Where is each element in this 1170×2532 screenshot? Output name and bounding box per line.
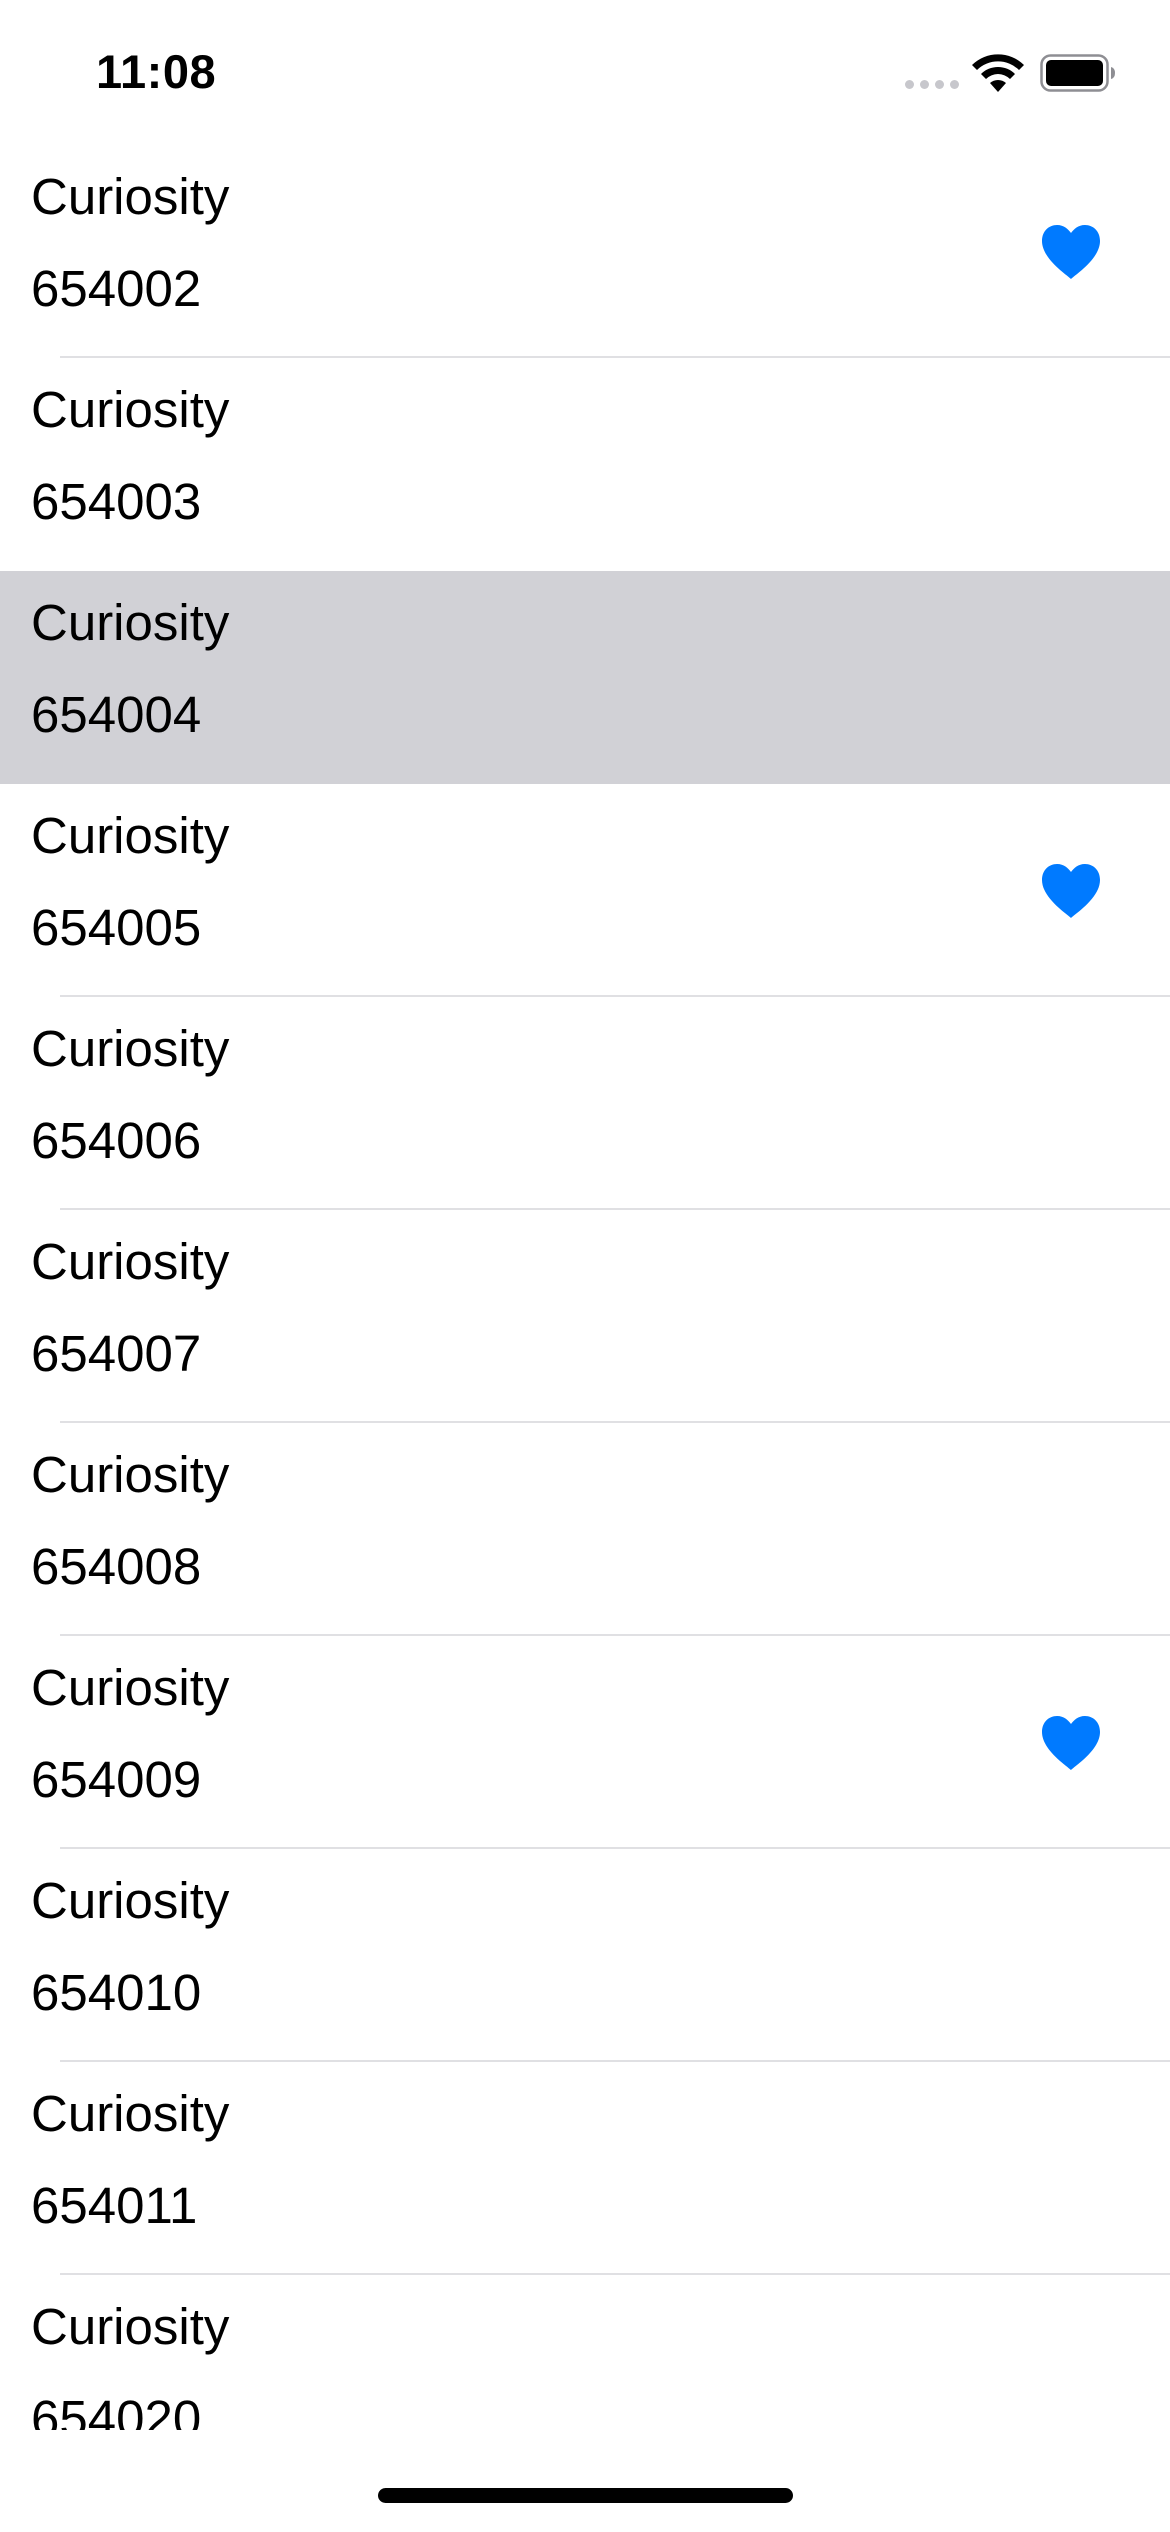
list-item[interactable]: Curiosity 654011 (0, 2062, 1170, 2275)
heart-icon[interactable] (1040, 1714, 1102, 1772)
item-title: Curiosity (31, 1020, 230, 1077)
list-item[interactable]: Curiosity 654004 (0, 571, 1170, 784)
item-subtitle: 654011 (31, 2177, 198, 2234)
status-time: 11:08 (96, 45, 217, 98)
item-title: Curiosity (31, 168, 230, 225)
battery-icon (1040, 54, 1115, 92)
wifi-icon (972, 54, 1024, 92)
item-subtitle: 654008 (31, 1538, 202, 1595)
item-title: Curiosity (31, 807, 230, 864)
item-subtitle: 654010 (31, 1964, 202, 2021)
item-title: Curiosity (31, 2298, 230, 2355)
item-subtitle: 654003 (31, 473, 202, 530)
item-title: Curiosity (31, 1446, 230, 1503)
list-item[interactable]: Curiosity 654002 (0, 145, 1170, 358)
list-item[interactable]: Curiosity 654020 (0, 2275, 1170, 2430)
heart-icon[interactable] (1040, 862, 1102, 920)
list-item[interactable]: Curiosity 654003 (0, 358, 1170, 571)
item-subtitle: 654002 (31, 260, 202, 317)
item-subtitle: 654006 (31, 1112, 202, 1169)
list-item[interactable]: Curiosity 654008 (0, 1423, 1170, 1636)
list-item[interactable]: Curiosity 654007 (0, 1210, 1170, 1423)
item-title: Curiosity (31, 381, 230, 438)
item-title: Curiosity (31, 2085, 230, 2142)
item-subtitle: 654004 (31, 686, 202, 743)
heart-icon[interactable] (1040, 223, 1102, 281)
item-title: Curiosity (31, 1233, 230, 1290)
list-item[interactable]: Curiosity 654009 (0, 1636, 1170, 1849)
item-title: Curiosity (31, 1659, 230, 1716)
status-bar: 11:08 (0, 0, 1170, 145)
item-subtitle: 654007 (31, 1325, 202, 1382)
item-subtitle: 654009 (31, 1751, 202, 1808)
item-title: Curiosity (31, 594, 230, 651)
list-item[interactable]: Curiosity 654006 (0, 997, 1170, 1210)
home-indicator[interactable] (378, 2488, 793, 2503)
list-item[interactable]: Curiosity 654010 (0, 1849, 1170, 2062)
item-subtitle: 654020 (31, 2390, 202, 2430)
item-title: Curiosity (31, 1872, 230, 1929)
results-list[interactable]: Curiosity 654002 Curiosity 654003 Curiosity 6… (0, 145, 1170, 2430)
item-subtitle: 654005 (31, 899, 202, 956)
cellular-signal-icon (905, 80, 960, 92)
list-item[interactable]: Curiosity 654005 (0, 784, 1170, 997)
